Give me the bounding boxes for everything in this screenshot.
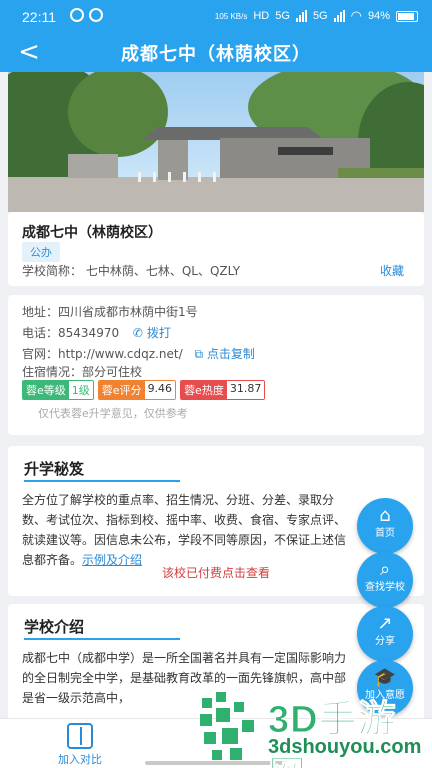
lodging-label: 住宿情况： — [22, 365, 83, 379]
section-underline — [24, 480, 180, 482]
badge-value: 1级 — [68, 381, 93, 399]
call-button[interactable]: ✆ 拨打 — [133, 326, 171, 340]
status-time: 22:11 — [22, 9, 56, 25]
wifi-icon: ◠ — [350, 8, 362, 23]
share-label: 分享 — [375, 636, 395, 647]
section-underline — [24, 638, 180, 640]
notification-icon — [89, 8, 103, 22]
hd-label: HD — [253, 10, 270, 22]
rating-note: 仅代表蓉e升学意见，仅供参考 — [38, 407, 188, 420]
website-label: 官网： — [22, 347, 59, 361]
watermark-logo-icon — [200, 692, 254, 760]
badge-value: 9.46 — [144, 381, 176, 399]
search-icon: ⌕ — [379, 559, 391, 580]
network-type-1: 5G — [275, 10, 290, 22]
website-value[interactable]: http://www.cdqz.net/ — [58, 347, 183, 361]
status-indicators: 105 KB/s HD 5G 5G ◠ 94% — [215, 8, 418, 24]
section-title: 学校介绍 — [24, 618, 85, 636]
school-details-card: 地址：四川省成都市林荫中街1号 电话：85434970 ✆ 拨打 官网：http… — [8, 295, 424, 435]
find-school-button[interactable]: ⌕ 查找学校 — [357, 552, 413, 608]
address-label: 地址： — [22, 305, 59, 319]
battery-icon — [396, 10, 418, 22]
network-speed: 105 KB/s — [214, 11, 248, 21]
badge-score: 蓉e评分 9.46 — [97, 380, 177, 400]
copy-button[interactable]: ⧉ 点击复制 — [194, 347, 254, 361]
address-value: 四川省成都市林荫中街1号 — [58, 305, 198, 319]
home-button[interactable]: ⌂ 首页 — [357, 498, 413, 554]
section-title: 升学秘笈 — [24, 460, 85, 478]
phone-icon: ✆ — [132, 326, 143, 340]
phone-row: 电话：85434970 ✆ 拨打 — [22, 324, 171, 341]
page-title: 成都七中（林荫校区） — [121, 44, 311, 65]
secrets-text: 全方位了解学校的重点率、招生情况、分班、分差、录取分数、考试位次、指标到校、摇中… — [22, 493, 347, 567]
website-row: 官网：http://www.cdqz.net/ ⧉ 点击复制 — [22, 345, 255, 362]
badge-key: 蓉e评分 — [98, 381, 145, 399]
abbreviation-value: 七中林荫、七林、QL、QZLY — [85, 264, 241, 278]
school-abbreviation: 学校简称： 七中林荫、七林、QL、QZLY — [22, 262, 240, 279]
share-button[interactable]: ↗ 分享 — [357, 606, 413, 662]
school-gate-image — [8, 72, 424, 212]
school-photo — [8, 72, 424, 212]
badge-value: 31.87 — [226, 381, 265, 399]
watermark: 3D手游网 3dshouyou.com — [196, 686, 432, 768]
status-bar: 22:11 105 KB/s HD 5G 5G ◠ 94% — [0, 0, 432, 34]
watermark-url: 3dshouyou.com — [268, 736, 422, 758]
copy-icon: ⧉ — [194, 347, 204, 361]
badge-key: 蓉e等级 — [23, 381, 69, 399]
home-label: 首页 — [375, 528, 395, 539]
add-compare-button[interactable]: 加入对比 — [40, 721, 120, 767]
compare-label: 加入对比 — [58, 753, 102, 766]
share-icon: ↗ — [377, 613, 393, 634]
find-school-label: 查找学校 — [365, 582, 405, 593]
notification-icons — [70, 8, 103, 22]
battery-percent: 94% — [367, 10, 390, 22]
nav-bar: < 成都七中（林荫校区） — [0, 34, 432, 72]
phone-value: 85434970 — [58, 326, 120, 340]
secrets-description: 全方位了解学校的重点率、招生情况、分班、分差、录取分数、考试位次、指标到校、摇中… — [22, 490, 354, 570]
network-type-2: 5G — [312, 10, 328, 22]
phone-label: 电话： — [22, 326, 59, 340]
address-row: 地址：四川省成都市林荫中街1号 — [22, 303, 198, 320]
home-icon: ⌂ — [379, 505, 391, 526]
school-summary-card: 成都七中（林荫校区） 公办 学校简称： 七中林荫、七林、QL、QZLY 收藏 — [8, 212, 424, 286]
badge-level: 蓉e等级 1级 — [22, 380, 94, 400]
signal-icon — [333, 10, 345, 22]
school-name: 成都七中（林荫校区） — [22, 225, 162, 241]
badge-heat: 蓉e热度 31.87 — [180, 380, 266, 400]
badge-key: 蓉e热度 — [181, 381, 227, 399]
notification-icon — [70, 8, 84, 22]
abbreviation-label: 学校简称： — [22, 264, 83, 278]
compare-icon — [67, 723, 93, 749]
lodging-value: 部分可住校 — [82, 365, 143, 379]
favorite-button[interactable]: 收藏 — [380, 262, 404, 279]
call-label: 拨打 — [146, 326, 171, 340]
copy-label: 点击复制 — [206, 347, 255, 361]
rating-badges: 蓉e等级 1级 蓉e评分 9.46 蓉e热度 31.87 — [22, 380, 266, 400]
signal-icon — [295, 10, 307, 22]
school-type-tag: 公办 — [22, 242, 60, 262]
lodging-row: 住宿情况：部分可住校 — [22, 363, 142, 380]
